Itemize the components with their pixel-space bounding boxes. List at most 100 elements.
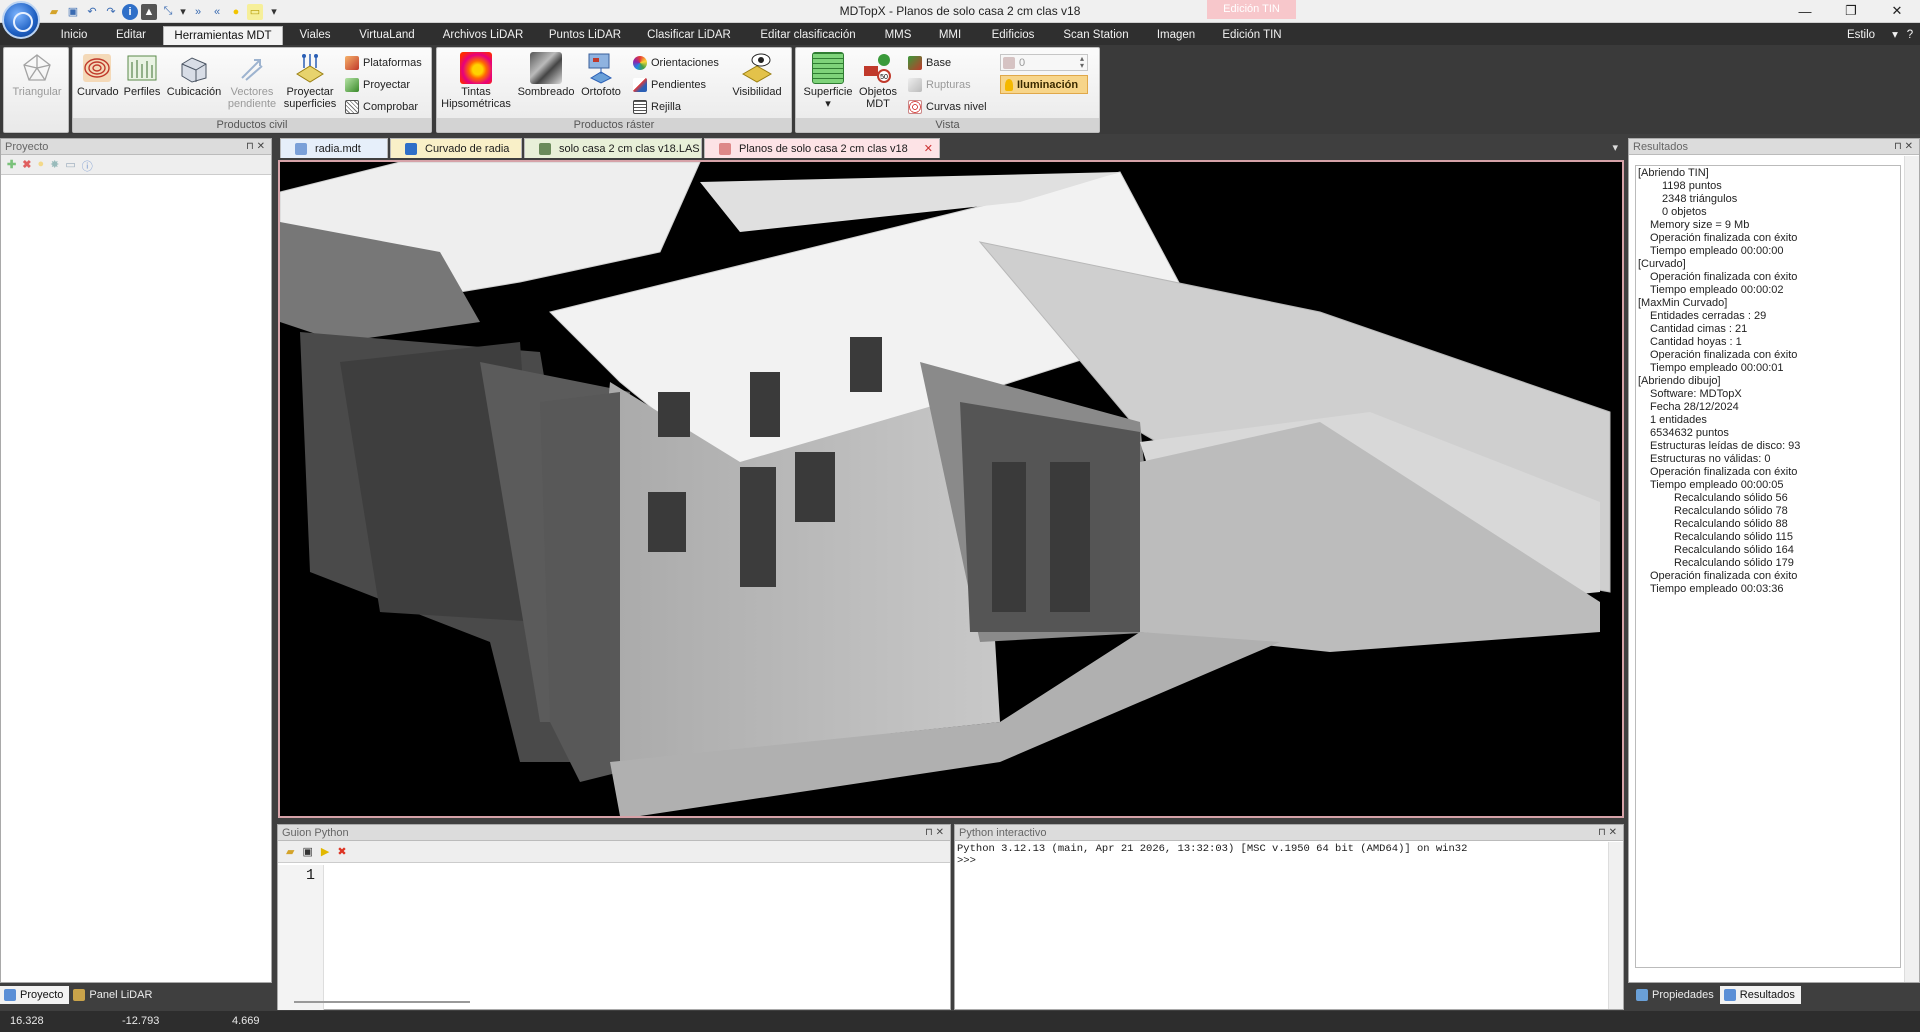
cubicacion-button[interactable]: Cubicación <box>165 52 223 98</box>
note-icon[interactable]: ▭ <box>247 3 263 20</box>
run-script-icon[interactable]: ▶ <box>321 845 329 858</box>
tab-edificios[interactable]: Edificios <box>982 26 1044 45</box>
close-button[interactable]: ✕ <box>1874 0 1920 22</box>
plataformas-button[interactable]: Plataformas <box>345 54 422 72</box>
results-line: Operación finalizada con éxito <box>1650 271 1798 283</box>
tab-list-dropdown-icon[interactable]: ▾ <box>1612 141 1618 154</box>
ortofoto-button[interactable]: Ortofoto <box>577 52 625 98</box>
proyectar-superficies-button[interactable]: Proyectar superficies <box>281 52 339 110</box>
open-folder-icon[interactable]: ▰ <box>46 4 62 20</box>
tab-proyecto[interactable]: Proyecto <box>0 986 70 1004</box>
3d-viewport[interactable] <box>278 160 1624 818</box>
redo-icon[interactable]: ↷ <box>103 4 119 20</box>
tab-scan-station[interactable]: Scan Station <box>1056 26 1136 45</box>
results-log[interactable]: [Abriendo TIN] 1198 puntos 2348 triángulos… <box>1635 165 1901 968</box>
visibilidad-button[interactable]: Visibilidad <box>727 52 787 98</box>
minimize-button[interactable]: — <box>1782 0 1828 22</box>
doc-tab-radia[interactable]: radia.mdt <box>280 138 388 158</box>
tab-viales[interactable]: Viales <box>292 26 338 45</box>
stop-script-icon[interactable]: ✖ <box>337 845 346 858</box>
superficie-button[interactable]: Superficie ▾ <box>800 52 856 110</box>
style-dropdown-icon[interactable]: ▾ <box>1888 26 1902 45</box>
link-icon[interactable]: ⤡ <box>160 4 176 20</box>
doc-tab-curvado[interactable]: Curvado de radia <box>390 138 522 158</box>
python-console[interactable]: Python 3.12.13 (main, Apr 21 2026, 13:32… <box>955 841 1623 869</box>
tab-clasificar-lidar[interactable]: Clasificar LiDAR <box>641 26 737 45</box>
pin-close-icon[interactable]: ⊓ ✕ <box>246 139 265 155</box>
tab-archivos-lidar[interactable]: Archivos LiDAR <box>436 26 530 45</box>
info-circle-icon[interactable]: ⓘ <box>82 158 93 173</box>
pin-close-icon[interactable]: ⊓ ✕ <box>925 825 944 841</box>
tab-imagen[interactable]: Imagen <box>1148 26 1204 45</box>
tab-editar-clasificacion[interactable]: Editar clasificación <box>750 26 866 45</box>
tab-virtualand[interactable]: VirtuaLand <box>350 26 424 45</box>
delete-icon[interactable]: ✖ <box>22 158 31 171</box>
curvas-nivel-button[interactable]: Curvas nivel <box>908 98 987 116</box>
tab-editar[interactable]: Editar <box>108 26 154 45</box>
style-menu[interactable]: Estilo <box>1836 26 1886 45</box>
maximize-button[interactable]: ❐ <box>1828 0 1874 22</box>
lidar-tab-icon <box>73 989 86 1001</box>
tab-mms[interactable]: MMS <box>878 26 918 45</box>
results-line: Cantidad hoyas : 1 <box>1650 336 1742 348</box>
superficie-dropdown-icon[interactable]: ▾ <box>825 98 831 110</box>
tab-edicion-tin[interactable]: Edición TIN <box>1212 26 1292 45</box>
spinner-arrows-icon[interactable]: ▴ ▾ <box>1080 55 1084 70</box>
rupturas-label: Rupturas <box>926 79 971 91</box>
info-icon[interactable]: i <box>122 3 138 20</box>
horizontal-scrollbar[interactable] <box>294 1001 470 1003</box>
back-icon[interactable]: « <box>209 4 225 20</box>
curvado-label: Curvado <box>77 86 119 98</box>
tab-resultados[interactable]: Resultados <box>1719 986 1801 1004</box>
rupturas-button[interactable]: Rupturas <box>908 76 971 94</box>
undo-icon[interactable]: ↶ <box>84 4 100 20</box>
perfiles-button[interactable]: Perfiles <box>123 52 161 98</box>
curvado-button[interactable]: Curvado <box>77 52 119 98</box>
refresh-icon[interactable]: ✸ <box>50 158 59 171</box>
iluminacion-button[interactable]: Iluminación <box>1000 75 1088 94</box>
customize-qat-icon[interactable]: ▾ <box>266 4 282 20</box>
rejilla-button[interactable]: Rejilla <box>633 98 681 116</box>
objetos-mdt-button[interactable]: 50 Objetos MDT <box>856 52 900 110</box>
console-vertical-scrollbar[interactable] <box>1608 842 1623 1009</box>
open-script-icon[interactable]: ▰ <box>286 845 294 858</box>
close-tab-icon[interactable]: ✕ <box>924 139 933 159</box>
tab-mmi[interactable]: MMI <box>930 26 970 45</box>
dropdown-arrow-icon[interactable]: ▾ <box>179 4 187 20</box>
doc-tab-las[interactable]: solo casa 2 cm clas v18.LAS <box>524 138 702 158</box>
forward-icon[interactable]: » <box>190 4 206 20</box>
help-icon[interactable]: ? <box>1902 26 1918 45</box>
sun-icon[interactable]: ● <box>228 4 244 20</box>
tab-panel-lidar[interactable]: Panel LiDAR <box>69 986 158 1004</box>
building-tin-model <box>280 162 1611 816</box>
window-icon[interactable]: ▭ <box>65 158 75 171</box>
tab-puntos-lidar[interactable]: Puntos LiDAR <box>542 26 628 45</box>
vectores-pendiente-button[interactable]: Vectores pendiente <box>225 52 279 110</box>
tab-propiedades[interactable]: Propiedades <box>1632 986 1720 1004</box>
comprobar-button[interactable]: Comprobar <box>345 98 418 116</box>
orientaciones-label: Orientaciones <box>651 57 719 69</box>
pointer-icon[interactable]: ▲ <box>141 3 157 20</box>
pin-close-icon[interactable]: ⊓ ✕ <box>1598 825 1617 841</box>
pin-close-icon[interactable]: ⊓ ✕ <box>1894 139 1913 155</box>
las-file-icon <box>539 143 551 155</box>
results-vertical-scrollbar[interactable] <box>1904 156 1919 982</box>
add-icon[interactable]: ✚ <box>7 158 16 171</box>
bulb-icon[interactable]: ● <box>37 158 44 171</box>
save-icon[interactable]: ▣ <box>65 4 81 20</box>
tab-herramientas-mdt[interactable]: Herramientas MDT <box>163 26 283 45</box>
sombreado-button[interactable]: Sombreado <box>517 52 575 98</box>
platform-icon <box>345 56 359 70</box>
triangular-button[interactable]: Triangular <box>8 52 66 98</box>
light-angle-spinner[interactable]: 0 ▴ ▾ <box>1000 54 1088 71</box>
script-editor[interactable] <box>325 865 950 1005</box>
proyectar-button[interactable]: Proyectar <box>345 76 410 94</box>
tintas-hipsometricas-button[interactable]: Tintas Hipsométricas <box>439 52 513 110</box>
save-script-icon[interactable]: ▣ <box>302 845 312 858</box>
doc-tab-planos[interactable]: Planos de solo casa 2 cm clas v18 ✕ <box>704 138 940 158</box>
tab-inicio[interactable]: Inicio <box>52 26 96 45</box>
base-button[interactable]: Base <box>908 54 951 72</box>
pendientes-button[interactable]: Pendientes <box>633 76 706 94</box>
orientaciones-button[interactable]: Orientaciones <box>633 54 719 72</box>
app-logo[interactable] <box>2 1 40 39</box>
